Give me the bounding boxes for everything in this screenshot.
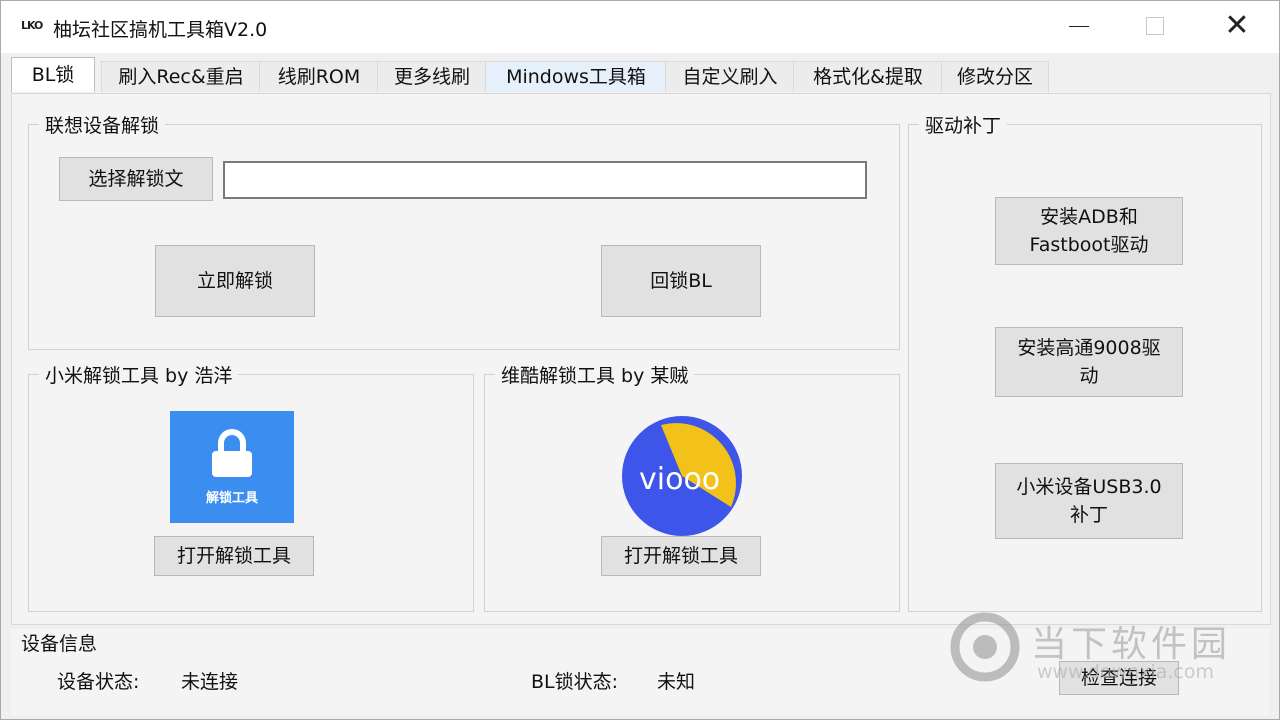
qualcomm-button-line1: 安装高通9008驱 (1017, 337, 1161, 359)
tab-format-extract[interactable]: 格式化&提取 (793, 61, 943, 92)
tab-flash-rec[interactable]: 刷入Rec&重启 (101, 61, 261, 92)
device-status-value: 未连接 (181, 671, 239, 693)
maximize-button[interactable] (1115, 1, 1195, 51)
app-window: LKO 柚坛社区搞机工具箱V2.0 ✕ BL锁 刷入Rec&重启 线刷ROM 更… (0, 0, 1280, 720)
xiaomi-usb3-patch-button[interactable]: 小米设备USB3.0 补丁 (995, 463, 1183, 539)
bl-status-value: 未知 (657, 671, 696, 693)
open-xiaomi-unlock-tool-button[interactable]: 打开解锁工具 (154, 536, 314, 576)
window-title: 柚坛社区搞机工具箱V2.0 (53, 19, 268, 41)
xiaomi-logo-caption: 解锁工具 (205, 490, 258, 506)
tab-modify-partition[interactable]: 修改分区 (941, 61, 1049, 92)
xiaomi-unlock-tool-logo: 解锁工具 (170, 411, 294, 523)
usb3-button-line2: 补丁 (1069, 504, 1108, 526)
watermark-url: www.downxia.com (1037, 661, 1214, 683)
adb-button-line2: Fastboot驱动 (1029, 234, 1149, 256)
watermark-logo-icon (950, 612, 1020, 682)
driver-patch-group: 驱动补丁 安装ADB和 Fastboot驱动 安装高通9008驱 动 小米设备U… (908, 111, 1262, 612)
watermark-text: 当下软件园 (1031, 624, 1232, 665)
maximize-icon (1146, 17, 1164, 35)
watermark: 当下软件园 www.downxia.com (947, 609, 1247, 689)
choose-unlock-file-button[interactable]: 选择解锁文 (59, 157, 213, 201)
vivo-logo-text: viooo (639, 462, 720, 497)
close-button[interactable]: ✕ (1197, 1, 1277, 51)
install-qualcomm-9008-driver-button[interactable]: 安装高通9008驱 动 (995, 327, 1183, 397)
adb-button-line1: 安装ADB和 (1040, 206, 1138, 228)
minimize-button[interactable] (1039, 1, 1119, 51)
relock-bl-button[interactable]: 回锁BL (601, 245, 761, 317)
app-icon: LKO (21, 19, 43, 32)
qualcomm-button-line2: 动 (1079, 365, 1099, 387)
install-adb-fastboot-driver-button[interactable]: 安装ADB和 Fastboot驱动 (995, 197, 1183, 265)
tab-mindows-toolbox[interactable]: Mindows工具箱 (485, 61, 667, 92)
vivo-unlock-title: 维酷解锁工具 by 某贼 (495, 361, 695, 388)
open-vivo-unlock-tool-button[interactable]: 打开解锁工具 (601, 536, 761, 576)
tab-content-panel: 联想设备解锁 选择解锁文 立即解锁 回锁BL 小米解锁工具 by 浩洋 解锁工具… (11, 93, 1271, 625)
tab-line-flash-rom[interactable]: 线刷ROM (259, 61, 379, 92)
vivo-logo: viooo (622, 416, 742, 536)
xiaomi-unlock-group: 小米解锁工具 by 浩洋 解锁工具 打开解锁工具 (28, 361, 474, 612)
minimize-icon (1069, 25, 1089, 27)
lenovo-unlock-title: 联想设备解锁 (39, 111, 166, 138)
tab-bar: BL锁 刷入Rec&重启 线刷ROM 更多线刷 Mindows工具箱 自定义刷入… (9, 57, 1269, 93)
bl-status-label: BL锁状态: (531, 671, 619, 693)
xiaomi-unlock-title: 小米解锁工具 by 浩洋 (39, 361, 239, 388)
device-status-label: 设备状态: (57, 671, 140, 693)
vivo-unlock-group: 维酷解锁工具 by 某贼 viooo 打开解锁工具 (484, 361, 900, 612)
device-info-title: 设备信息 (21, 633, 98, 655)
driver-patch-title: 驱动补丁 (919, 111, 1008, 138)
lenovo-unlock-group: 联想设备解锁 选择解锁文 立即解锁 回锁BL (28, 111, 900, 350)
unlock-now-button[interactable]: 立即解锁 (155, 245, 315, 317)
unlock-file-path-input[interactable] (223, 161, 867, 199)
tab-more-line-flash[interactable]: 更多线刷 (377, 61, 487, 92)
lock-icon (212, 428, 252, 477)
tab-custom-flash[interactable]: 自定义刷入 (665, 61, 795, 92)
title-bar[interactable]: LKO 柚坛社区搞机工具箱V2.0 ✕ (1, 1, 1279, 53)
usb3-button-line1: 小米设备USB3.0 (1016, 476, 1162, 498)
close-icon: ✕ (1224, 8, 1250, 43)
tab-bl-lock[interactable]: BL锁 (11, 57, 95, 92)
